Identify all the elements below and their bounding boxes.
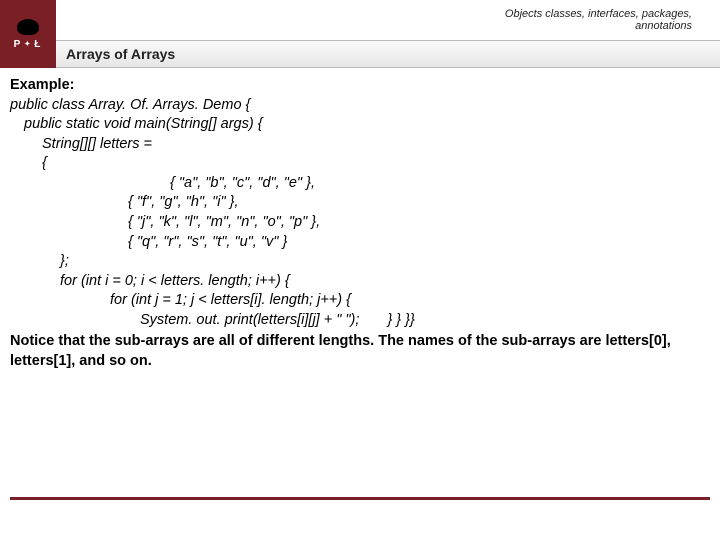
code-line-12b: } } }} (363, 312, 414, 328)
slide-title: Arrays of Arrays (66, 46, 175, 62)
code-line-12: System. out. print(letters[i][j] + " "); (140, 312, 359, 328)
code-line-2: public static void main(String[] args) { (10, 115, 710, 135)
logo-letter-l: Ł (34, 39, 42, 50)
code-line-3: String[][] letters = (10, 135, 710, 155)
code-line-7: { "j", "k", "l", "m", "n", "o", "p" }, (10, 213, 710, 233)
header-right-col: Objects classes, interfaces, packages, a… (56, 0, 720, 68)
breadcrumb: Objects classes, interfaces, packages, a… (56, 0, 720, 40)
breadcrumb-line1: Objects classes, interfaces, packages, (505, 8, 692, 20)
code-line-4: { (10, 154, 710, 174)
institution-logo: P ✦ Ł (0, 0, 56, 68)
code-line-9: }; (10, 252, 710, 272)
code-line-6: { "f", "g", "h", "i" }, (10, 193, 710, 213)
footer-divider (10, 497, 710, 500)
example-label: Example: (10, 76, 710, 96)
logo-emblem (17, 19, 39, 35)
logo-letter-p: P (14, 39, 23, 50)
slide-title-bar: Arrays of Arrays (56, 40, 720, 68)
notice-text: Notice that the sub-arrays are all of di… (10, 332, 710, 371)
code-line-12-wrap: System. out. print(letters[i][j] + " ");… (10, 311, 710, 331)
logo-letters: P ✦ Ł (14, 39, 43, 50)
logo-mid-icon: ✦ (24, 40, 32, 48)
slide-header: P ✦ Ł Objects classes, interfaces, packa… (0, 0, 720, 68)
code-line-5: { "a", "b", "c", "d", "e" }, (10, 174, 710, 194)
breadcrumb-line2: annotations (505, 20, 692, 32)
code-line-10: for (int i = 0; i < letters. length; i++… (10, 272, 710, 292)
code-line-1: public class Array. Of. Arrays. Demo { (10, 96, 710, 116)
slide-content: Example: public class Array. Of. Arrays.… (0, 68, 720, 371)
code-line-8: { "q", "r", "s", "t", "u", "v" } (10, 233, 710, 253)
code-line-11: for (int j = 1; j < letters[i]. length; … (10, 291, 710, 311)
